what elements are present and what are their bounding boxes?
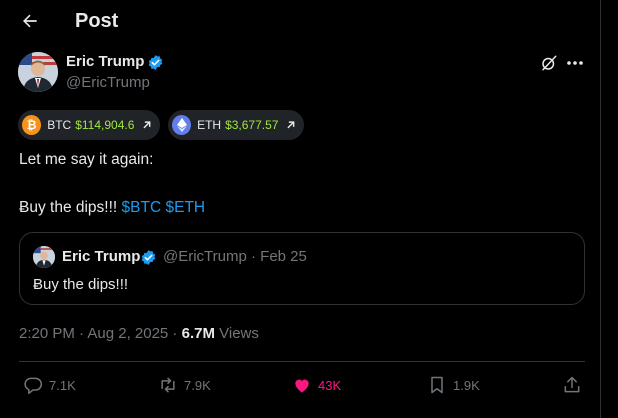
post-text: Ƀuy the dips!!! bbox=[19, 199, 118, 216]
bookmark-icon bbox=[431, 376, 443, 394]
post-meta: 2:20 PM · Aug 2, 2025 · 6.7M Views bbox=[19, 325, 259, 342]
arrow-up-right-icon bbox=[287, 121, 295, 129]
page-title: Post bbox=[75, 10, 119, 32]
ethereum-icon bbox=[172, 115, 192, 135]
like-count: 43K bbox=[318, 377, 342, 393]
quote-author-name: Eric Trump bbox=[62, 248, 141, 265]
quote-text: Ƀuy the dips!!! bbox=[33, 276, 129, 293]
verified-badge-icon bbox=[141, 250, 156, 265]
heart-icon bbox=[295, 379, 309, 393]
ticker-btc[interactable]: ₿ BTC $114,904.6 bbox=[18, 110, 160, 140]
reply-button[interactable]: 7.1K bbox=[23, 374, 76, 396]
post-timestamp[interactable]: 2:20 PM · Aug 2, 2025 · bbox=[19, 325, 182, 342]
bookmark-button[interactable]: 1.9K bbox=[427, 374, 480, 396]
arrow-up-right-icon bbox=[143, 121, 151, 129]
author-name[interactable]: Eric Trump bbox=[66, 53, 144, 70]
avatar[interactable] bbox=[18, 52, 58, 92]
bitcoin-icon: ₿ bbox=[22, 115, 42, 135]
ticker-eth[interactable]: ETH $3,677.57 bbox=[168, 110, 304, 140]
more-dots-icon[interactable] bbox=[566, 58, 584, 68]
column-border bbox=[600, 0, 601, 418]
ticker-price: $114,904.6 bbox=[75, 118, 135, 132]
share-icon bbox=[564, 376, 580, 393]
reply-icon bbox=[24, 377, 43, 395]
cashtag-eth[interactable]: $ETH bbox=[165, 199, 205, 216]
repost-button[interactable]: 7.9K bbox=[158, 374, 211, 396]
bookmark-count: 1.9K bbox=[453, 377, 480, 393]
ticker-price: $3,677.57 bbox=[225, 118, 279, 132]
cashtag-btc[interactable]: $BTC bbox=[122, 199, 162, 216]
divider bbox=[19, 361, 585, 362]
share-button[interactable] bbox=[562, 374, 588, 396]
quoted-post[interactable]: Eric Trump @EricTrump · Feb 25 Ƀuy the d… bbox=[19, 232, 585, 305]
grok-slash-icon[interactable] bbox=[540, 54, 558, 72]
repost-icon bbox=[161, 377, 175, 393]
ticker-symbol: ETH bbox=[197, 118, 222, 132]
like-button[interactable]: 43K bbox=[292, 374, 341, 396]
quote-meta: @EricTrump · Feb 25 bbox=[163, 248, 307, 265]
top-bar: Post bbox=[0, 0, 600, 44]
author-handle[interactable]: @EricTrump bbox=[66, 74, 150, 91]
post-text-line-1: Let me say it again: bbox=[19, 151, 154, 168]
verified-badge-icon bbox=[148, 55, 163, 70]
repost-count: 7.9K bbox=[184, 377, 211, 393]
reply-count: 7.1K bbox=[49, 377, 76, 393]
views-label: Views bbox=[214, 325, 259, 342]
quote-avatar bbox=[33, 246, 55, 268]
arrow-left-icon[interactable] bbox=[20, 11, 40, 31]
post-text-line-2: Ƀuy the dips!!! $BTC $ETH bbox=[19, 199, 205, 217]
views-count: 6.7M bbox=[181, 325, 215, 342]
ticker-symbol: BTC bbox=[47, 118, 72, 132]
